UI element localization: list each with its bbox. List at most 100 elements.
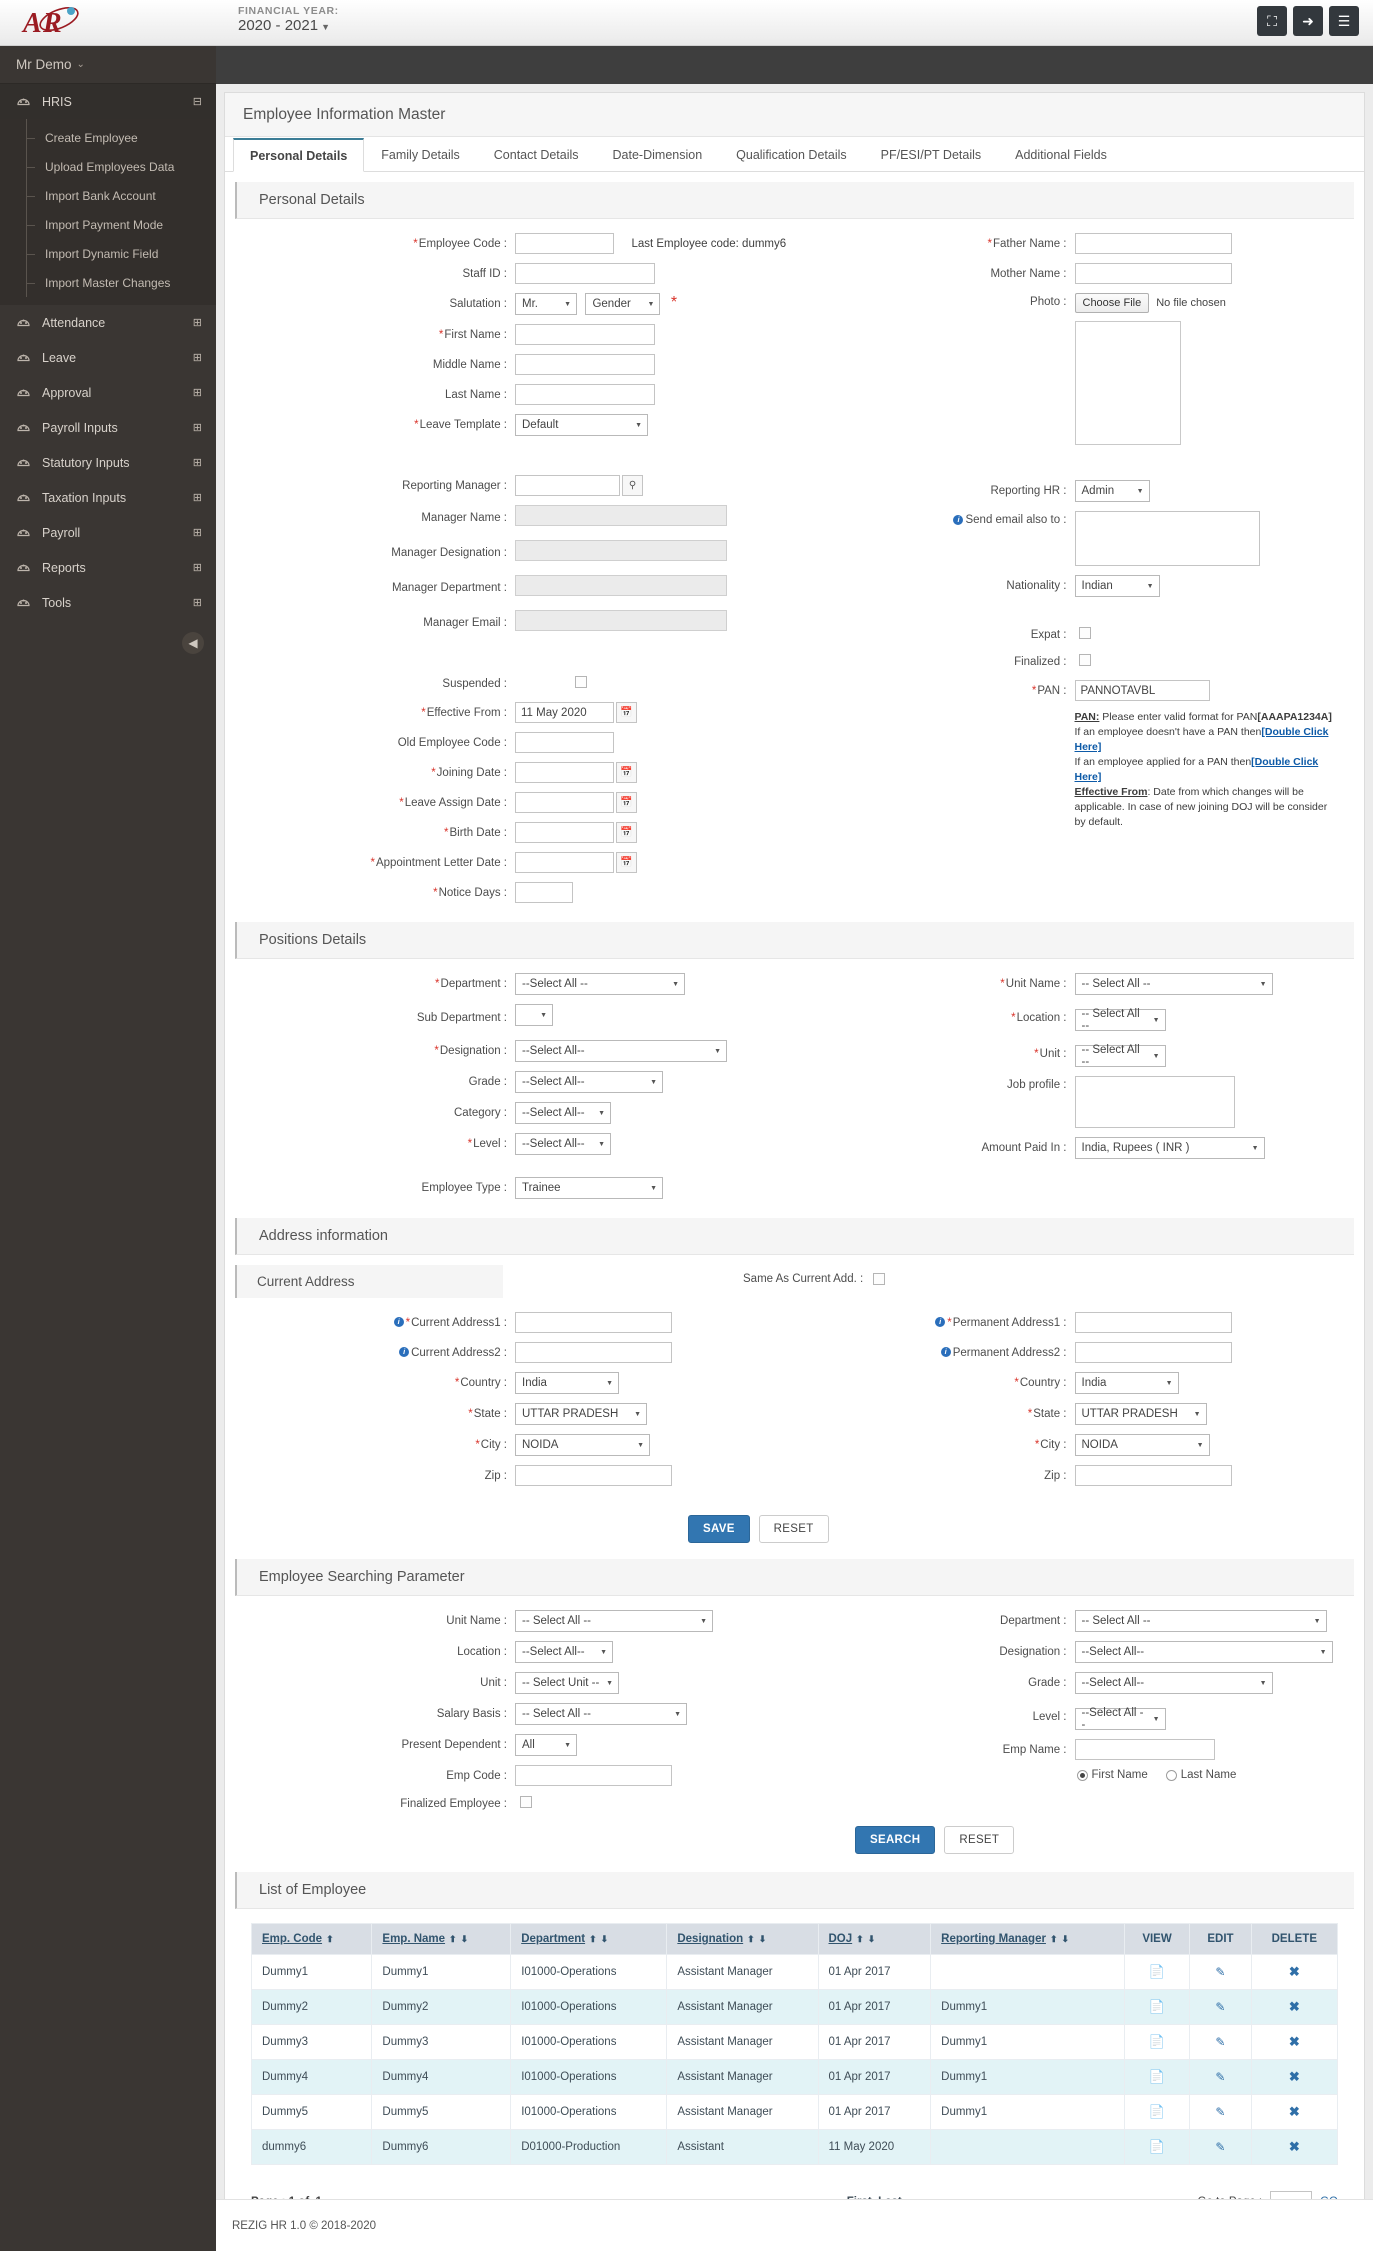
reporting-hr-select[interactable]: Admin: [1074, 480, 1150, 502]
info-icon[interactable]: i: [935, 1317, 946, 1328]
view-icon[interactable]: 📄: [1149, 1999, 1165, 2014]
app-logo[interactable]: A R: [18, 2, 96, 42]
effective-from-input[interactable]: 11 May 2020: [515, 702, 614, 723]
delete-icon[interactable]: ✖: [1289, 2139, 1300, 2154]
permanent-state-select[interactable]: UTTAR PRADESH: [1074, 1403, 1207, 1425]
sidebar-item-reports[interactable]: Reports ⊞: [0, 550, 216, 585]
calendar-icon[interactable]: 📅: [616, 702, 637, 723]
sidebar-item-approval[interactable]: Approval ⊞: [0, 375, 216, 410]
edit-icon[interactable]: ✎: [1215, 1965, 1225, 1979]
fullscreen-icon[interactable]: ⛶: [1257, 6, 1287, 36]
expand-icon[interactable]: ⊞: [193, 561, 202, 574]
notice-days-input[interactable]: [515, 882, 573, 903]
sort-desc-icon[interactable]: ⬇: [1062, 1934, 1070, 1944]
table-header-emp-code[interactable]: Emp. Code ⬆: [250, 1923, 373, 1955]
employee-code-input[interactable]: [515, 233, 614, 254]
reset-button[interactable]: RESET: [758, 1515, 829, 1543]
unit-name-select[interactable]: -- Select All --: [1074, 973, 1273, 995]
sort-desc-icon[interactable]: ⬇: [759, 1934, 767, 1944]
radio-last-name-control[interactable]: [1165, 1769, 1177, 1781]
search-grade-select[interactable]: --Select All--: [1074, 1672, 1273, 1694]
edit-icon[interactable]: ✎: [1215, 2140, 1225, 2154]
tab-pf-esi-pt-details[interactable]: PF/ESI/PT Details: [864, 138, 999, 172]
expand-icon[interactable]: ⊞: [193, 596, 202, 609]
edit-icon[interactable]: ✎: [1215, 2035, 1225, 2049]
info-icon[interactable]: i: [940, 1347, 951, 1358]
sidebar-item-leave[interactable]: Leave ⊞: [0, 340, 216, 375]
salutation-select[interactable]: Mr.: [515, 293, 577, 315]
sidebar-subitem-import-payment-mode[interactable]: Import Payment Mode: [0, 210, 216, 239]
collapse-icon[interactable]: ⊟: [193, 95, 202, 108]
tab-additional-fields[interactable]: Additional Fields: [998, 138, 1124, 172]
permanent-address1-input[interactable]: [1074, 1312, 1232, 1333]
tab-qualification-details[interactable]: Qualification Details: [719, 138, 863, 172]
view-icon[interactable]: 📄: [1149, 2069, 1165, 2084]
leave-template-select[interactable]: Default: [515, 414, 648, 436]
unit-select[interactable]: -- Select All --: [1074, 1044, 1166, 1068]
search-unit-name-select[interactable]: -- Select All --: [515, 1610, 713, 1632]
radio-last-name[interactable]: Last Name: [1165, 1769, 1236, 1781]
table-header-doj[interactable]: DOJ ⬆ ⬇: [817, 1923, 932, 1955]
expand-icon[interactable]: ⊞: [193, 491, 202, 504]
sidebar-item-taxation-inputs[interactable]: Taxation Inputs ⊞: [0, 480, 216, 515]
sidebar-subitem-import-dynamic-field[interactable]: Import Dynamic Field: [0, 239, 216, 268]
expand-icon[interactable]: ⊞: [193, 526, 202, 539]
sidebar-item-tools[interactable]: Tools ⊞: [0, 585, 216, 620]
calendar-icon[interactable]: 📅: [616, 822, 637, 843]
sort-asc-icon[interactable]: ⬆: [1050, 1934, 1058, 1944]
sort-asc-icon[interactable]: ⬆: [449, 1934, 457, 1944]
permanent-address2-input[interactable]: [1074, 1342, 1232, 1363]
logout-icon[interactable]: ➜: [1293, 6, 1323, 36]
table-header-department[interactable]: Department ⬆ ⬇: [510, 1923, 668, 1955]
current-city-select[interactable]: NOIDA: [515, 1434, 650, 1456]
search-present-dependent-select[interactable]: All: [515, 1734, 577, 1756]
delete-icon[interactable]: ✖: [1289, 2069, 1300, 2084]
sidebar-item-attendance[interactable]: Attendance ⊞: [0, 305, 216, 340]
table-header-reporting-manager[interactable]: Reporting Manager ⬆ ⬇: [930, 1923, 1125, 1955]
edit-icon[interactable]: ✎: [1215, 2070, 1225, 2084]
delete-icon[interactable]: ✖: [1289, 1964, 1300, 1979]
search-finalized-employee-checkbox[interactable]: [520, 1796, 532, 1808]
leave-assign-date-input[interactable]: [515, 792, 614, 813]
amount-paid-in-select[interactable]: India, Rupees ( INR ): [1074, 1137, 1265, 1159]
sort-desc-icon[interactable]: ⬇: [601, 1934, 609, 1944]
first-name-input[interactable]: [515, 324, 655, 345]
level-select[interactable]: --Select All--: [515, 1133, 611, 1155]
permanent-city-select[interactable]: NOIDA: [1074, 1434, 1210, 1456]
view-icon[interactable]: 📄: [1149, 2139, 1165, 2154]
designation-select[interactable]: --Select All--: [515, 1040, 727, 1062]
table-header-emp-name[interactable]: Emp. Name ⬆ ⬇: [371, 1923, 512, 1955]
sidebar-subitem-import-master-changes[interactable]: Import Master Changes: [0, 268, 216, 297]
delete-icon[interactable]: ✖: [1289, 2034, 1300, 2049]
sort-asc-icon[interactable]: ⬆: [326, 1934, 334, 1944]
suspended-checkbox[interactable]: [575, 676, 587, 688]
staff-id-input[interactable]: [515, 263, 655, 284]
current-zip-input[interactable]: [515, 1465, 672, 1486]
save-button[interactable]: SAVE: [688, 1515, 750, 1543]
expand-icon[interactable]: ⊞: [193, 351, 202, 364]
calendar-icon[interactable]: 📅: [616, 852, 637, 873]
search-icon[interactable]: ⚲: [622, 475, 643, 496]
calendar-icon[interactable]: 📅: [616, 762, 637, 783]
current-address2-input[interactable]: [515, 1342, 672, 1363]
tab-personal-details[interactable]: Personal Details: [233, 138, 365, 172]
table-header-designation[interactable]: Designation ⬆ ⬇: [666, 1923, 819, 1955]
info-icon[interactable]: i: [393, 1317, 404, 1328]
search-location-select[interactable]: --Select All--: [515, 1641, 613, 1663]
sort-asc-icon[interactable]: ⬆: [589, 1934, 597, 1944]
department-select[interactable]: --Select All --: [515, 973, 685, 995]
expand-icon[interactable]: ⊞: [193, 386, 202, 399]
tab-family-details[interactable]: Family Details: [364, 138, 477, 172]
grade-select[interactable]: --Select All--: [515, 1071, 663, 1093]
search-reset-button[interactable]: RESET: [944, 1826, 1015, 1854]
search-level-select[interactable]: --Select All --: [1074, 1707, 1166, 1731]
sidebar-collapse-button[interactable]: ◀: [182, 632, 204, 654]
view-icon[interactable]: 📄: [1149, 1964, 1165, 1979]
employee-type-select[interactable]: Trainee: [515, 1177, 663, 1199]
current-state-select[interactable]: UTTAR PRADESH: [515, 1403, 647, 1425]
sidebar-subitem-import-bank-account[interactable]: Import Bank Account: [0, 181, 216, 210]
choose-file-button[interactable]: Choose File: [1074, 293, 1150, 313]
location-select[interactable]: -- Select All --: [1074, 1008, 1166, 1032]
info-icon[interactable]: i: [953, 514, 964, 525]
delete-icon[interactable]: ✖: [1289, 1999, 1300, 2014]
